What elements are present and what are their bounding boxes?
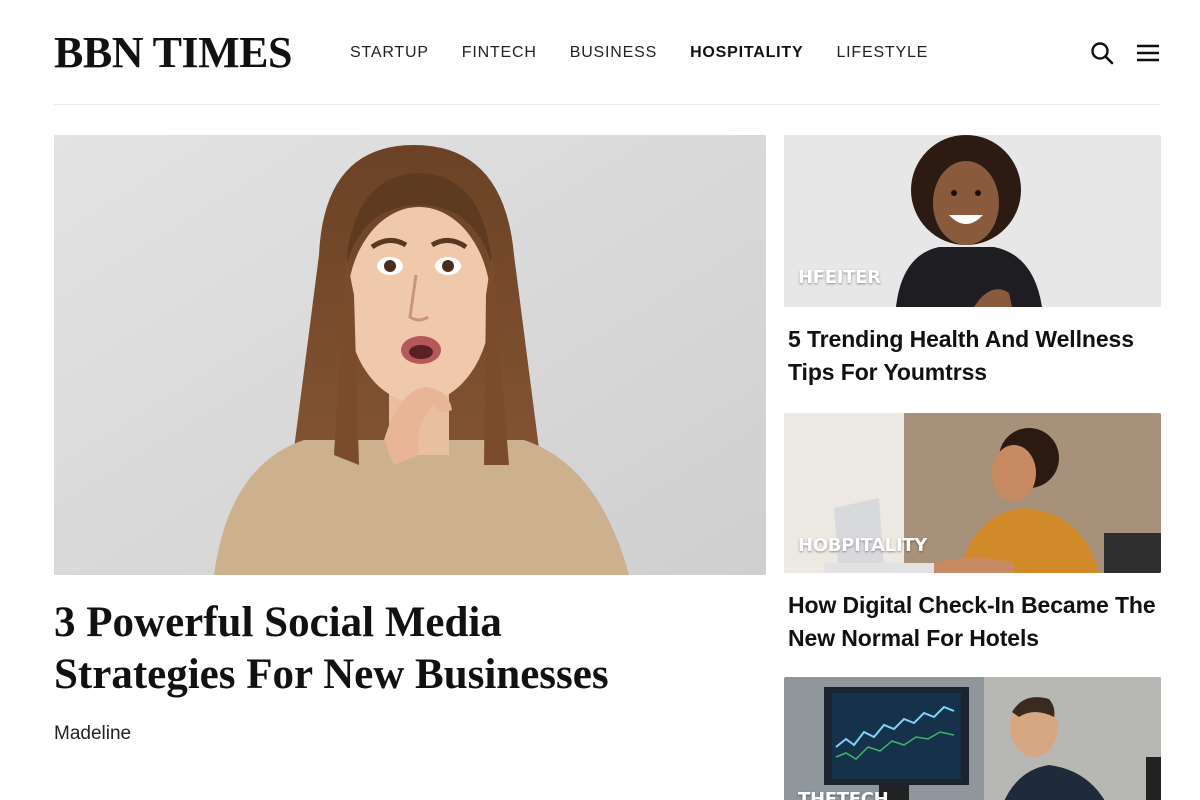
side-article-tag: HOBPITALITY [798, 535, 927, 556]
main-nav: STARTUP FINTECH BUSINESS HOSPITALITY LIF… [350, 42, 961, 64]
featured-image[interactable] [54, 135, 766, 575]
featured-author[interactable]: Madeline [54, 723, 766, 745]
side-article-title[interactable]: How Digital Check-In Became The New Norm… [784, 589, 1161, 655]
side-article: THETECH [784, 677, 1161, 800]
side-article: HOBPITALITY How Digital Check-In Became … [784, 413, 1161, 655]
nav-item-startup[interactable]: STARTUP [350, 42, 429, 64]
featured-article: 3 Powerful Social Media Strategies For N… [54, 135, 766, 745]
side-article-image[interactable]: HFEITER [784, 135, 1161, 307]
nav-item-lifestyle[interactable]: LIFESTYLE [836, 42, 928, 64]
site-logo[interactable]: BBN TIMES [54, 28, 293, 78]
side-article-image[interactable]: HOBPITALITY [784, 413, 1161, 573]
side-article-tag: HFEITER [798, 267, 881, 288]
side-article-title[interactable]: 5 Trending Health And Wellness Tips For … [784, 323, 1161, 389]
nav-item-hospitality[interactable]: HOSPITALITY [690, 42, 803, 64]
menu-icon[interactable] [1135, 40, 1161, 66]
nav-item-fintech[interactable]: FINTECH [462, 42, 537, 64]
side-article: HFEITER 5 Trending Health And Wellness T… [784, 135, 1161, 389]
header-actions [1089, 40, 1161, 66]
side-article-image[interactable]: THETECH [784, 677, 1161, 800]
search-icon[interactable] [1089, 40, 1115, 66]
featured-title[interactable]: 3 Powerful Social Media Strategies For N… [54, 597, 674, 701]
nav-item-business[interactable]: BUSINESS [570, 42, 657, 64]
site-header: BBN TIMES STARTUP FINTECH BUSINESS HOSPI… [54, 0, 1161, 105]
side-article-tag: THETECH [798, 789, 889, 800]
